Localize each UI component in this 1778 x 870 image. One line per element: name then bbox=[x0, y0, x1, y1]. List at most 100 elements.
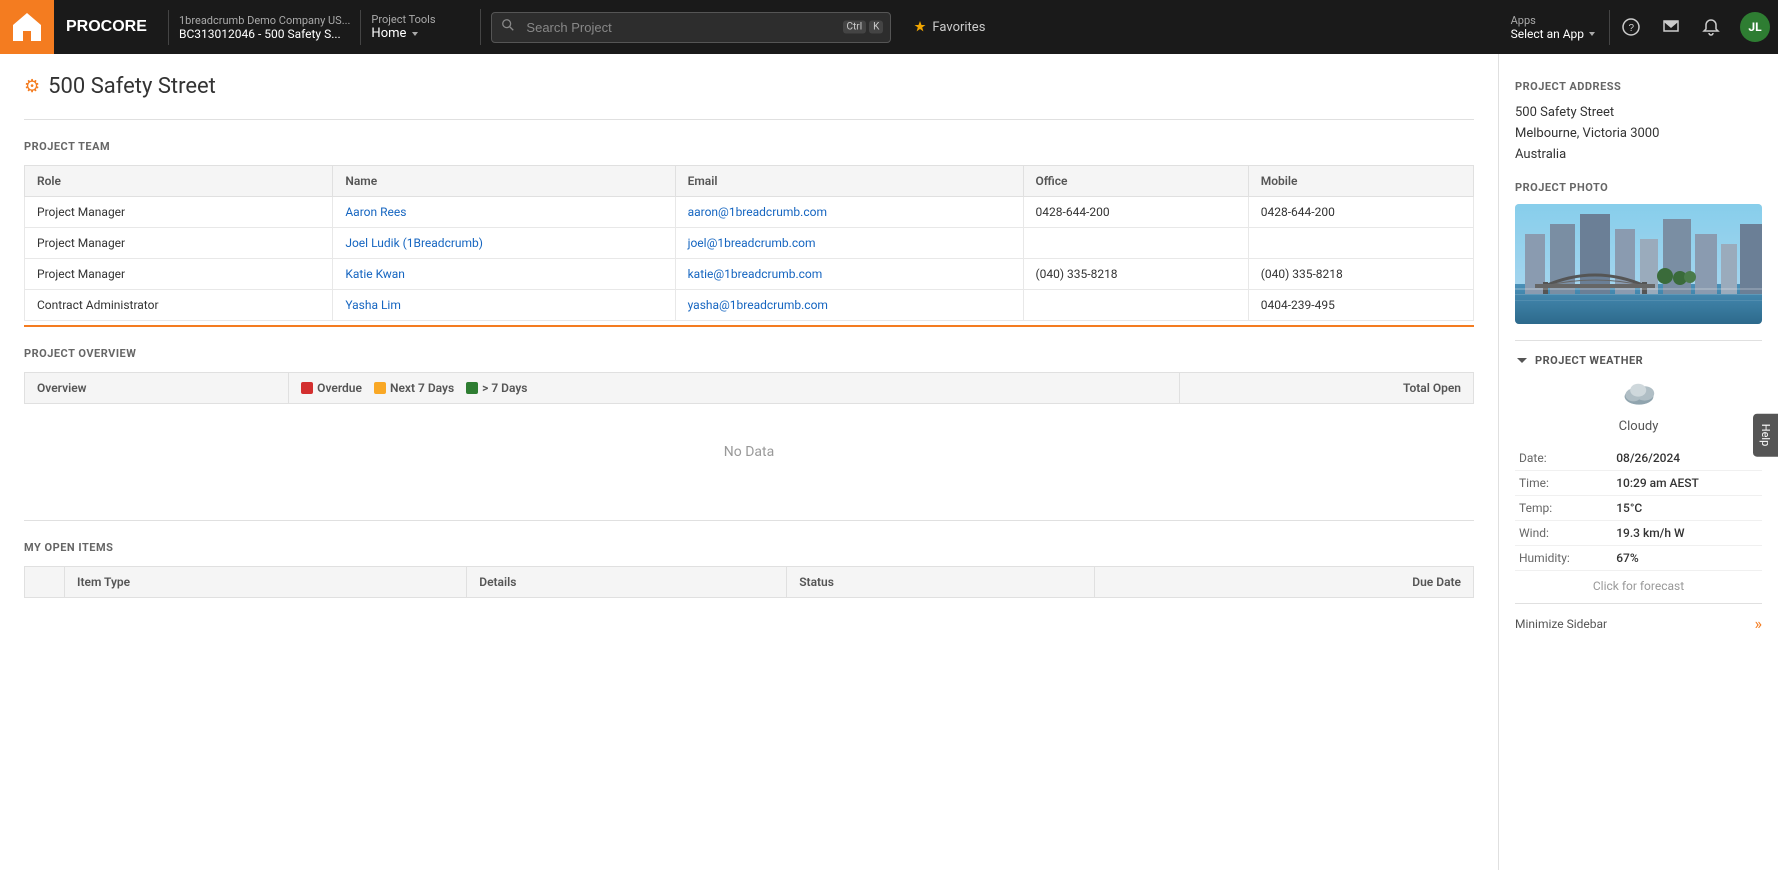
project-overview-header: PROJECT OVERVIEW bbox=[24, 347, 1474, 360]
weather-label: Wind: bbox=[1515, 521, 1612, 546]
address-line2: Melbourne, Victoria 3000 bbox=[1515, 126, 1659, 141]
col-mobile: Mobile bbox=[1248, 166, 1473, 197]
weather-icon bbox=[1515, 377, 1762, 413]
topbar: PROCORE 1breadcrumb Demo Company US... B… bbox=[0, 0, 1778, 54]
messages-icon-btn[interactable] bbox=[1652, 0, 1690, 54]
over7-dot bbox=[466, 382, 478, 394]
page-title: 500 Safety Street bbox=[48, 74, 216, 99]
minimize-sidebar-button[interactable]: Minimize Sidebar bbox=[1515, 617, 1607, 631]
project-team-header: PROJECT TEAM bbox=[24, 140, 1474, 153]
col-item-type: Item Type bbox=[65, 567, 467, 598]
divider-orange bbox=[24, 325, 1474, 327]
topbar-right: Apps Select an App ? JL bbox=[1499, 0, 1778, 54]
no-data-row: No Data bbox=[25, 404, 1474, 501]
weather-row: Wind: 19.3 km/h W bbox=[1515, 521, 1762, 546]
cell-role: Project Manager bbox=[25, 197, 333, 228]
divider-1 bbox=[24, 119, 1474, 120]
cell-email[interactable]: aaron@1breadcrumb.com bbox=[675, 197, 1023, 228]
legend-next7: Next 7 Days bbox=[374, 381, 454, 395]
cell-email[interactable]: yasha@1breadcrumb.com bbox=[675, 290, 1023, 321]
overdue-label: Overdue bbox=[317, 381, 362, 395]
project-tools-label: Project Tools bbox=[371, 13, 470, 26]
search-bar: Ctrl K bbox=[491, 12, 891, 43]
address-line1: 500 Safety Street bbox=[1515, 105, 1614, 120]
cell-email[interactable]: katie@1breadcrumb.com bbox=[675, 259, 1023, 290]
cell-role: Project Manager bbox=[25, 228, 333, 259]
avatar[interactable]: JL bbox=[1740, 12, 1770, 42]
breadcrumb-selector[interactable]: 1breadcrumb Demo Company US... BC3130120… bbox=[168, 10, 361, 45]
legend-overdue: Overdue bbox=[301, 381, 362, 395]
my-open-items-header: MY OPEN ITEMS bbox=[24, 541, 1474, 554]
content-area: ⚙ 500 Safety Street PROJECT TEAM Role Na… bbox=[0, 54, 1498, 870]
address-line3: Australia bbox=[1515, 147, 1566, 162]
table-row: Project Manager Aaron Rees aaron@1breadc… bbox=[25, 197, 1474, 228]
svg-text:?: ? bbox=[1629, 23, 1635, 34]
weather-condition: Cloudy bbox=[1515, 419, 1762, 434]
legend-over7: > 7 Days bbox=[466, 381, 527, 395]
over7-label: > 7 Days bbox=[482, 381, 527, 395]
cell-email[interactable]: joel@1breadcrumb.com bbox=[675, 228, 1023, 259]
col-details: Details bbox=[467, 567, 787, 598]
col-checkbox bbox=[25, 567, 65, 598]
search-shortcut: Ctrl K bbox=[843, 21, 884, 34]
procore-logo: PROCORE bbox=[54, 14, 168, 40]
weather-value: 10:29 am AEST bbox=[1612, 471, 1762, 496]
main-layout: ⚙ 500 Safety Street PROJECT TEAM Role Na… bbox=[0, 54, 1778, 870]
col-role: Role bbox=[25, 166, 333, 197]
team-table-header-row: Role Name Email Office Mobile bbox=[25, 166, 1474, 197]
cell-office bbox=[1023, 290, 1248, 321]
total-open-col: Total Open bbox=[1179, 373, 1473, 404]
overview-legend-col: Overdue Next 7 Days > 7 Days bbox=[289, 373, 1180, 404]
next7-label: Next 7 Days bbox=[390, 381, 454, 395]
weather-value: 08/26/2024 bbox=[1612, 446, 1762, 471]
settings-icon[interactable]: ⚙ bbox=[24, 76, 40, 97]
help-icon-btn[interactable]: ? bbox=[1612, 0, 1650, 54]
apps-label: Apps bbox=[1511, 14, 1597, 27]
overview-col: Overview bbox=[25, 373, 289, 404]
favorites-label: Favorites bbox=[932, 20, 985, 35]
col-status: Status bbox=[787, 567, 1094, 598]
cell-mobile: 0428-644-200 bbox=[1248, 197, 1473, 228]
open-items-header-row: Item Type Details Status Due Date bbox=[25, 567, 1474, 598]
weather-value: 15°C bbox=[1612, 496, 1762, 521]
weather-table: Date: 08/26/2024 Time: 10:29 am AEST Tem… bbox=[1515, 446, 1762, 571]
cell-name[interactable]: Joel Ludik (1Breadcrumb) bbox=[333, 228, 675, 259]
cell-name[interactable]: Yasha Lim bbox=[333, 290, 675, 321]
weather-section: PROJECT WEATHER Cloudy Date: 08/26/2024 … bbox=[1515, 340, 1762, 593]
divider-2 bbox=[24, 520, 1474, 521]
weather-label: Temp: bbox=[1515, 496, 1612, 521]
home-button[interactable] bbox=[0, 0, 54, 54]
next7-dot bbox=[374, 382, 386, 394]
weather-label: Time: bbox=[1515, 471, 1612, 496]
weather-collapse-btn[interactable]: PROJECT WEATHER bbox=[1515, 353, 1762, 367]
project-tools-value: Home bbox=[371, 26, 470, 41]
project-tools-selector[interactable]: Project Tools Home bbox=[361, 9, 481, 45]
search-input[interactable] bbox=[491, 12, 891, 43]
project-overview-table: Overview Overdue Next 7 Days bbox=[24, 372, 1474, 500]
no-data-cell: No Data bbox=[25, 404, 1474, 501]
project-address: 500 Safety Street Melbourne, Victoria 30… bbox=[1515, 103, 1762, 165]
col-email: Email bbox=[675, 166, 1023, 197]
apps-selector[interactable]: Apps Select an App bbox=[1499, 10, 1610, 45]
project-photo bbox=[1515, 204, 1762, 324]
table-row: Project Manager Joel Ludik (1Breadcrumb)… bbox=[25, 228, 1474, 259]
forecast-link[interactable]: Click for forecast bbox=[1515, 571, 1762, 593]
notifications-icon-btn[interactable] bbox=[1692, 0, 1730, 54]
project-photo-title: PROJECT PHOTO bbox=[1515, 181, 1762, 194]
cell-name[interactable]: Katie Kwan bbox=[333, 259, 675, 290]
sidebar: PROJECT ADDRESS 500 Safety Street Melbou… bbox=[1498, 54, 1778, 870]
help-tab[interactable]: Help bbox=[1753, 414, 1778, 457]
table-row: Contract Administrator Yasha Lim yasha@1… bbox=[25, 290, 1474, 321]
cell-office: (040) 335-8218 bbox=[1023, 259, 1248, 290]
overdue-dot bbox=[301, 382, 313, 394]
minimize-arrows-icon[interactable]: » bbox=[1755, 614, 1763, 633]
cell-name[interactable]: Aaron Rees bbox=[333, 197, 675, 228]
weather-row: Humidity: 67% bbox=[1515, 546, 1762, 571]
cell-mobile bbox=[1248, 228, 1473, 259]
breadcrumb-company: 1breadcrumb Demo Company US... bbox=[179, 14, 350, 27]
cell-mobile: 0404-239-495 bbox=[1248, 290, 1473, 321]
open-items-table: Item Type Details Status Due Date bbox=[24, 566, 1474, 598]
cell-office bbox=[1023, 228, 1248, 259]
weather-value: 67% bbox=[1612, 546, 1762, 571]
favorites-button[interactable]: Favorites bbox=[901, 20, 997, 35]
